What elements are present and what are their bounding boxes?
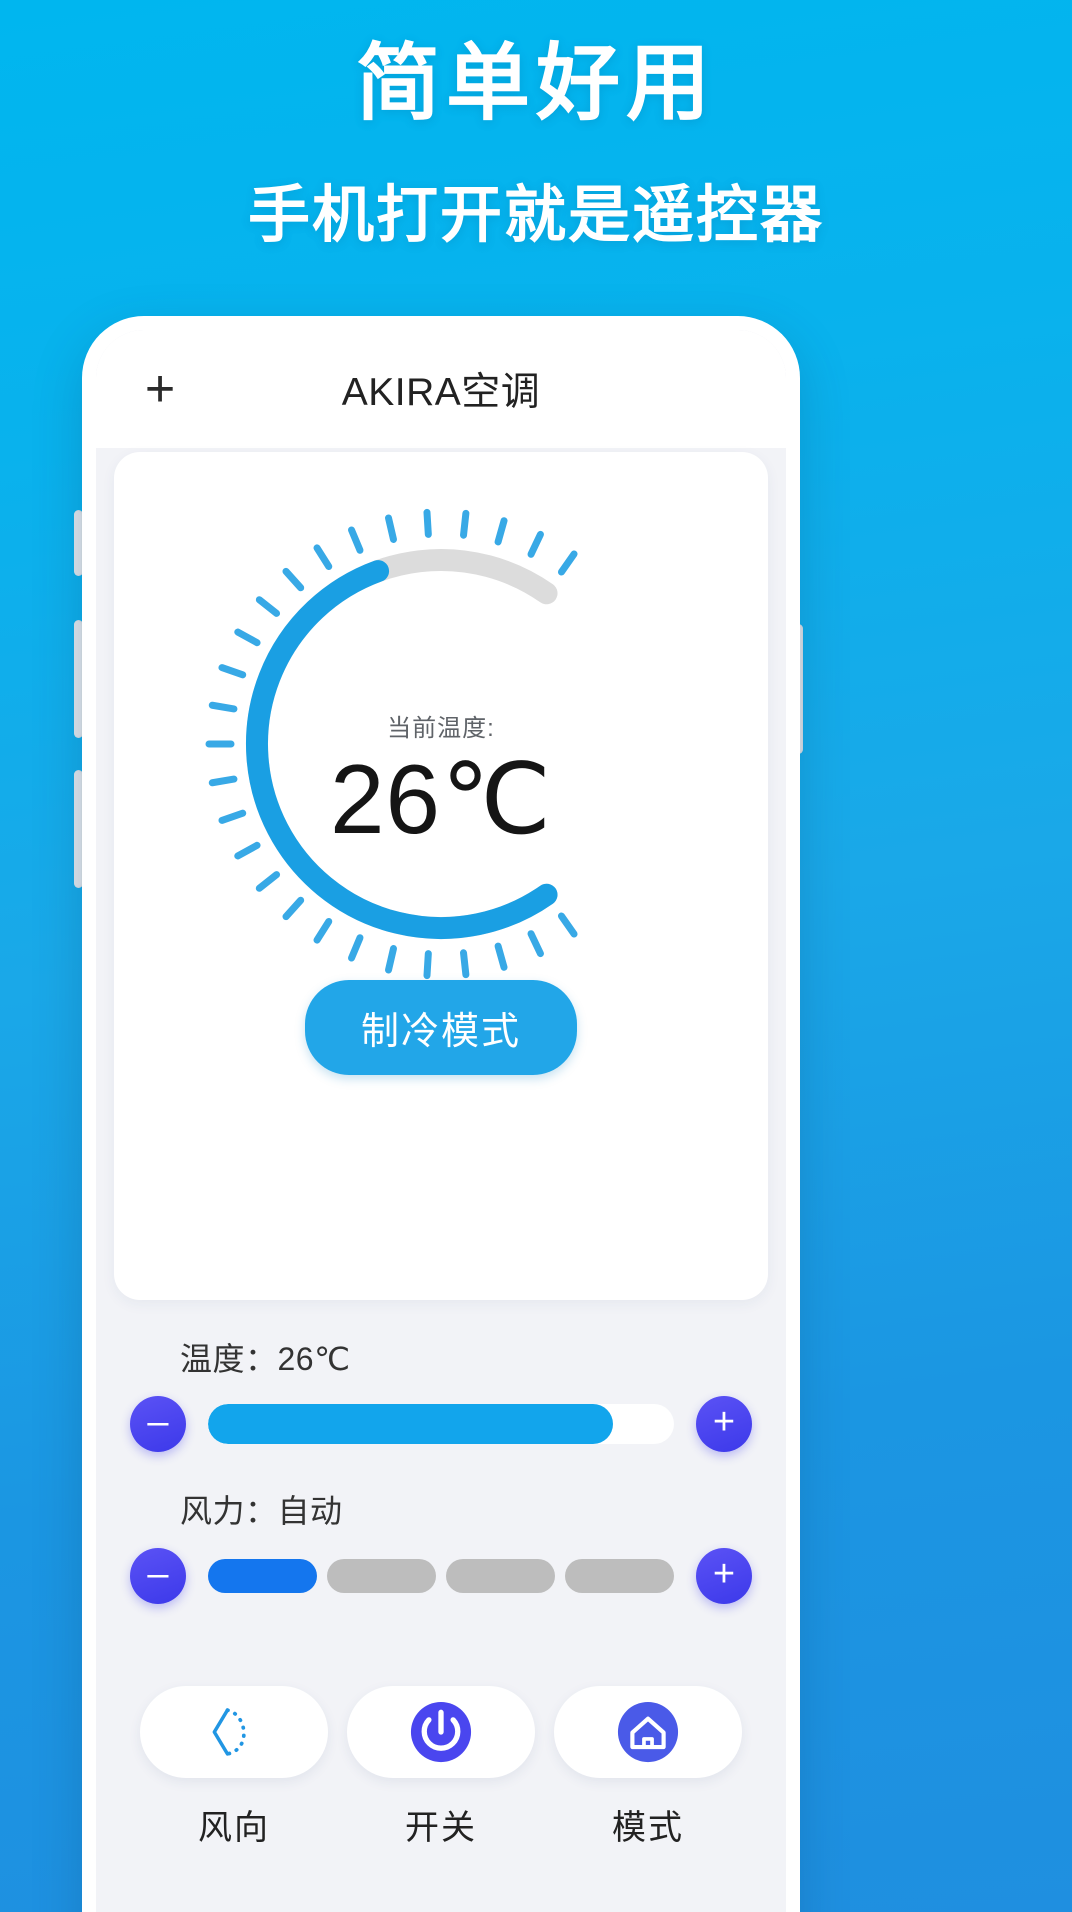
- gauge-tick: [313, 917, 333, 944]
- gauge-tick: [527, 530, 544, 558]
- plus-icon: +: [712, 1401, 736, 1443]
- promo-subtitle: 手机打开就是遥控器: [247, 181, 824, 251]
- action-mode: 模式: [554, 1686, 742, 1849]
- add-device-button[interactable]: +: [130, 359, 190, 419]
- fan-decrease-button[interactable]: –: [130, 1548, 186, 1604]
- app-header: + AKIRA空调: [96, 330, 786, 448]
- phone-mockup: + AKIRA空调 当前温度: 26℃ 制冷模式 温度：26℃ – + 风力：自…: [82, 316, 800, 1912]
- gauge-readout: 当前温度: 26℃: [221, 708, 661, 855]
- minus-icon: –: [147, 1553, 169, 1595]
- temperature-increase-button[interactable]: +: [696, 1396, 752, 1452]
- fan-segment[interactable]: [208, 1559, 317, 1593]
- wind-direction-button[interactable]: [140, 1686, 328, 1778]
- power-icon: [410, 1701, 472, 1763]
- temperature-slider-track[interactable]: [208, 1404, 674, 1444]
- gauge-tick: [460, 949, 470, 979]
- home-icon: [617, 1701, 679, 1763]
- fan-control-label: 风力：自动: [180, 1493, 343, 1529]
- temperature-decrease-button[interactable]: –: [130, 1396, 186, 1452]
- mode-status-button[interactable]: 制冷模式: [304, 980, 578, 1075]
- fan-segment-track[interactable]: [208, 1559, 674, 1593]
- gauge-tick: [348, 526, 364, 554]
- wind-direction-label: 风向: [198, 1809, 270, 1847]
- gauge-tick: [423, 950, 432, 980]
- gauge-tick: [234, 628, 261, 647]
- gauge-tick: [385, 514, 397, 543]
- gauge-tick: [527, 930, 544, 958]
- power-label: 开关: [405, 1809, 477, 1847]
- current-temperature-label: 当前温度:: [387, 715, 495, 742]
- promo-title: 简单好用: [355, 36, 716, 130]
- gauge-tick: [282, 567, 305, 592]
- temperature-slider-fill: [208, 1404, 614, 1444]
- promo-text-block: 简单好用 手机打开就是遥控器: [0, 34, 1072, 254]
- plus-icon: +: [712, 1553, 736, 1595]
- action-wind-direction: 风向: [140, 1686, 328, 1849]
- promo-screenshot: 简单好用 手机打开就是遥控器 + AKIRA空调 当前温度: 26℃ 制冷模式 …: [0, 0, 1072, 1912]
- fan-control-row: 风力：自动 – +: [96, 1486, 786, 1604]
- action-button-bar: 风向 开关 模式: [96, 1686, 786, 1849]
- phone-screen: + AKIRA空调 当前温度: 26℃ 制冷模式 温度：26℃ – + 风力：自…: [96, 330, 786, 1912]
- mode-button[interactable]: [554, 1686, 742, 1778]
- action-power: 开关: [347, 1686, 535, 1849]
- current-temperature-value: 26℃: [329, 744, 553, 854]
- temperature-control-label: 温度：26℃: [180, 1341, 351, 1377]
- temperature-dial-card: 当前温度: 26℃ 制冷模式: [114, 452, 768, 1300]
- page-title: AKIRA空调: [341, 371, 541, 414]
- fan-segment[interactable]: [565, 1559, 674, 1593]
- gauge-tick: [348, 934, 364, 962]
- gauge-tick: [282, 896, 305, 921]
- gauge-tick: [494, 517, 508, 546]
- fan-increase-button[interactable]: +: [696, 1548, 752, 1604]
- minus-icon: –: [147, 1401, 169, 1443]
- gauge-tick: [460, 509, 470, 539]
- gauge-tick: [557, 550, 578, 576]
- mode-label: 模式: [612, 1809, 684, 1847]
- gauge-tick: [255, 871, 281, 892]
- gauge-tick: [557, 912, 578, 938]
- gauge-tick: [385, 945, 397, 974]
- gauge-tick: [494, 942, 508, 971]
- temperature-control-row: 温度：26℃ – +: [96, 1334, 786, 1452]
- temperature-slider-line: – +: [130, 1396, 752, 1452]
- gauge-tick: [313, 544, 333, 571]
- gauge-tick: [423, 508, 432, 538]
- fan-segment[interactable]: [446, 1559, 555, 1593]
- gauge-tick: [255, 596, 281, 617]
- swing-icon: [212, 1708, 246, 1756]
- fan-segment[interactable]: [327, 1559, 436, 1593]
- fan-slider-line: – +: [130, 1548, 752, 1604]
- gauge-tick: [218, 664, 247, 679]
- power-button[interactable]: [347, 1686, 535, 1778]
